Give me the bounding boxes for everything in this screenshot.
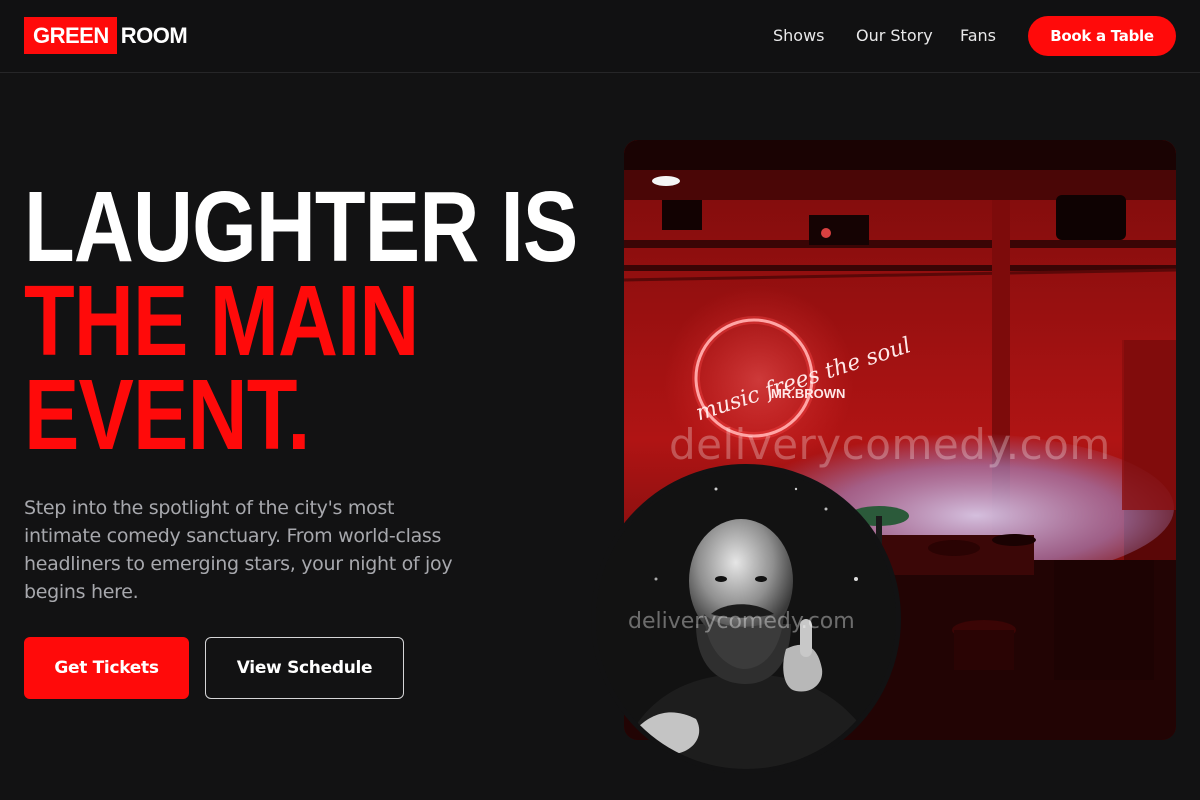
view-schedule-button[interactable]: View Schedule <box>205 637 404 699</box>
headline-line-1: LAUGHTER IS <box>24 171 578 283</box>
nav-link-our-story[interactable]: Our Story <box>856 26 933 45</box>
hero-description: Step into the spotlight of the city's mo… <box>24 497 453 603</box>
comedian-illustration <box>596 469 896 769</box>
headline-line-3: EVENT. <box>24 359 310 471</box>
site-header: GREEN ROOM Shows Our Story Fans Book a T… <box>0 0 1200 73</box>
neon-sign-subtext: MR.BROWN <box>771 386 845 401</box>
logo-room-part: ROOM <box>120 22 188 48</box>
book-table-button[interactable]: Book a Table <box>1028 16 1176 56</box>
nav-link-shows[interactable]: Shows <box>773 26 825 45</box>
nav-link-fans[interactable]: Fans <box>960 26 996 45</box>
hero-headline: LAUGHTER IS THE MAIN EVENT. <box>24 171 578 471</box>
comedian-portrait <box>591 464 901 774</box>
get-tickets-button[interactable]: Get Tickets <box>24 637 189 699</box>
logo-green-part: GREEN <box>24 17 117 54</box>
brand-logo[interactable]: GREEN ROOM <box>24 17 188 54</box>
headline-line-2: THE MAIN <box>24 265 419 377</box>
